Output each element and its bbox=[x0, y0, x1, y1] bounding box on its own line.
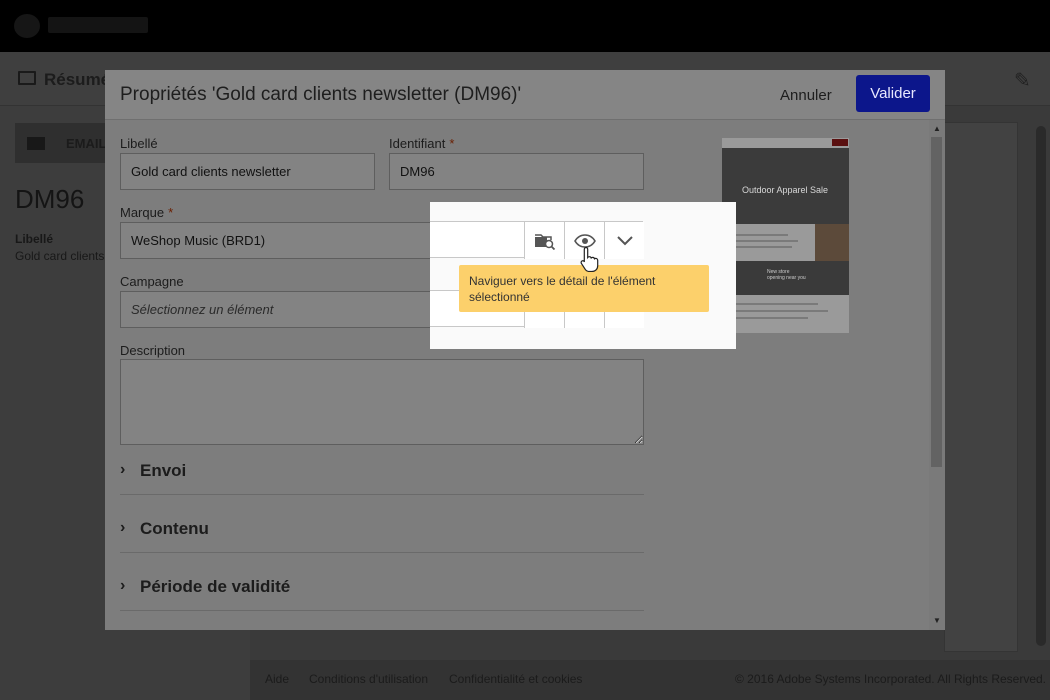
dialog-scrollbar[interactable]: ▲ ▼ bbox=[929, 120, 945, 630]
preview-text-line bbox=[728, 317, 808, 319]
section-title: Envoi bbox=[140, 461, 187, 480]
section-envoi[interactable]: › Envoi bbox=[120, 457, 644, 495]
footer-link-terms[interactable]: Conditions d'utilisation bbox=[309, 672, 428, 686]
section-title: Contenu bbox=[140, 519, 209, 538]
hand-cursor-icon bbox=[580, 246, 599, 272]
preview-store-banner: New store opening near you bbox=[722, 261, 849, 295]
libelle-label: Libellé bbox=[15, 232, 54, 246]
preview-text-line bbox=[728, 310, 828, 312]
tooltip: Naviguer vers le détail de l'élément sél… bbox=[459, 265, 709, 312]
email-preview-thumbnail[interactable]: Outdoor Apparel Sale New store opening n… bbox=[722, 138, 849, 333]
scroll-thumb[interactable] bbox=[931, 137, 942, 467]
delivery-code: DM96 bbox=[15, 184, 85, 214]
description-textarea[interactable] bbox=[120, 359, 644, 445]
copyright: © 2016 Adobe Systems Incorporated. All R… bbox=[735, 672, 1047, 686]
top-bar bbox=[0, 0, 1050, 52]
properties-dialog: Propriétés 'Gold card clients newsletter… bbox=[105, 70, 945, 630]
chevron-right-icon: › bbox=[120, 577, 126, 594]
libelle-field-label: Libellé bbox=[120, 136, 158, 151]
identifiant-input[interactable]: DM96 bbox=[389, 153, 644, 190]
campagne-field-label: Campagne bbox=[120, 274, 184, 289]
footer-link-help[interactable]: Aide bbox=[265, 672, 289, 686]
folder-search-icon[interactable] bbox=[524, 222, 564, 259]
identifiant-field-label: Identifiant * bbox=[389, 136, 455, 151]
marque-field-label: Marque * bbox=[120, 205, 174, 220]
envelope-icon bbox=[27, 137, 45, 150]
summary-title: Résumé bbox=[44, 70, 111, 89]
section-title: Période de validité bbox=[140, 577, 291, 596]
required-mark: * bbox=[168, 205, 174, 220]
scroll-down-icon[interactable]: ▼ bbox=[933, 616, 941, 625]
section-periode-validite[interactable]: › Période de validité bbox=[120, 573, 644, 611]
marque-input-highlight[interactable] bbox=[430, 221, 644, 259]
chevron-right-icon: › bbox=[120, 519, 126, 536]
pencil-icon[interactable]: ✎ bbox=[1014, 68, 1031, 93]
preview-hero-text: Outdoor Apparel Sale bbox=[742, 185, 829, 195]
type-label: EMAIL bbox=[66, 136, 107, 151]
chevron-right-icon: › bbox=[120, 461, 126, 478]
right-card bbox=[944, 122, 1018, 652]
preview-text-line bbox=[728, 234, 788, 236]
dialog-title: Propriétés 'Gold card clients newsletter… bbox=[120, 84, 522, 105]
scroll-up-icon[interactable]: ▲ bbox=[933, 124, 941, 133]
cancel-button[interactable]: Annuler bbox=[772, 81, 840, 109]
preview-hero: Outdoor Apparel Sale bbox=[722, 148, 849, 224]
page-scrollbar[interactable] bbox=[1036, 126, 1046, 646]
libelle-input[interactable]: Gold card clients newsletter bbox=[120, 153, 375, 190]
section-contenu[interactable]: › Contenu bbox=[120, 515, 644, 553]
dialog-header: Propriétés 'Gold card clients newsletter… bbox=[105, 70, 945, 120]
brand-text bbox=[48, 17, 148, 33]
description-field-label: Description bbox=[120, 343, 186, 358]
preview-text-line bbox=[728, 246, 792, 248]
summary-panel-icon[interactable] bbox=[18, 71, 36, 85]
chevron-down-icon[interactable] bbox=[604, 222, 644, 259]
preview-text-line bbox=[728, 303, 818, 305]
preview-text-line bbox=[728, 240, 798, 242]
preview-photo bbox=[815, 224, 849, 261]
libelle-value: Gold card clients bbox=[15, 249, 105, 263]
adobe-logo-icon bbox=[14, 14, 40, 38]
email-type-chip: EMAIL bbox=[15, 123, 115, 163]
retail-logo bbox=[832, 139, 848, 146]
preview-promo-text: New store opening near you bbox=[767, 269, 806, 281]
footer: Aide Conditions d'utilisation Confidenti… bbox=[250, 660, 1050, 700]
required-mark: * bbox=[449, 136, 455, 151]
footer-link-privacy[interactable]: Confidentialité et cookies bbox=[449, 672, 582, 686]
validate-button[interactable]: Valider bbox=[856, 75, 930, 112]
